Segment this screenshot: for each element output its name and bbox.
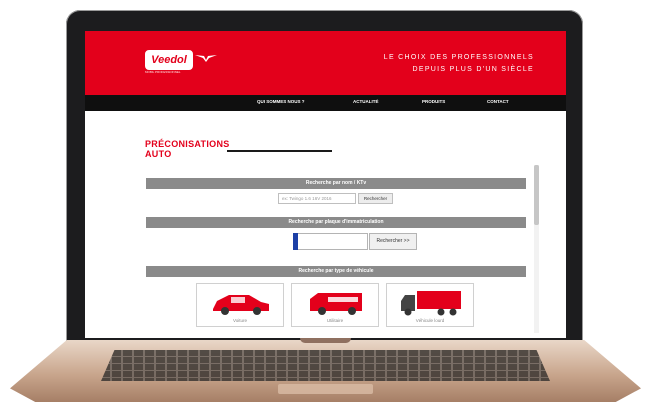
vehicle-card-car[interactable]: Voiture: [196, 283, 284, 327]
car-icon: [213, 295, 269, 315]
site-tagline: LE CHOIX DES PROFESSIONNELS DEPUIS PLUS …: [384, 52, 534, 76]
search-name-button[interactable]: Rechercher: [358, 193, 393, 204]
scrollbar-thumb[interactable]: [534, 165, 539, 225]
title-underline: [227, 150, 332, 152]
veedol-logo[interactable]: Veedol: [145, 50, 193, 70]
vehicle-card-car-label: Voiture: [232, 318, 247, 323]
tagline-line-1: LE CHOIX DES PROFESSIONNELS: [383, 54, 534, 61]
vehicle-card-van-label: Utilitaire: [326, 318, 344, 323]
plate-input[interactable]: [293, 233, 368, 250]
laptop-trackpad: [278, 384, 373, 394]
nav-item-about[interactable]: QUI SOMMES NOUS ?: [257, 99, 305, 104]
vehicle-card-truck[interactable]: Véhicule lourd: [386, 283, 474, 327]
main-nav: QUI SOMMES NOUS ? ACTUALITÉ PRODUITS CON…: [85, 95, 566, 111]
search-name-header: Recherche par nom / KTv: [146, 178, 526, 189]
nav-item-news[interactable]: ACTUALITÉ: [353, 99, 379, 104]
page-title-line-2: AUTO: [145, 149, 172, 159]
laptop-keyboard: [101, 350, 550, 381]
page-title: PRÉCONISATIONS AUTO: [145, 139, 230, 159]
laptop-hinge-notch: [300, 338, 351, 343]
nav-item-contact[interactable]: CONTACT: [487, 99, 509, 104]
search-plate-button[interactable]: Rechercher >>: [369, 233, 417, 250]
laptop-screen: Veedol MOBIL PROFESSIONNEL LE CHOIX DES …: [85, 31, 566, 338]
vehicle-card-van[interactable]: Utilitaire: [291, 283, 379, 327]
plate-eu-band: [293, 233, 298, 250]
vehicle-card-truck-label: Véhicule lourd: [415, 318, 445, 323]
wing-logo-icon: [195, 55, 217, 62]
logo-subtext: MOBIL PROFESSIONNEL: [145, 70, 181, 74]
van-icon: [310, 293, 362, 315]
search-type-header: Recherche par type de véhicule: [146, 266, 526, 277]
truck-icon: [401, 291, 461, 316]
page-title-line-1: PRÉCONISATIONS: [145, 139, 230, 149]
nav-item-products[interactable]: PRODUITS: [422, 99, 445, 104]
tagline-line-2: DEPUIS PLUS D'UN SIÈCLE: [412, 66, 534, 73]
search-plate-header: Recherche par plaque d'immatriculation: [146, 217, 526, 228]
site-header: Veedol MOBIL PROFESSIONNEL LE CHOIX DES …: [85, 31, 566, 95]
search-name-input[interactable]: ex: Twingo 1.6 16V 2016: [278, 193, 356, 204]
